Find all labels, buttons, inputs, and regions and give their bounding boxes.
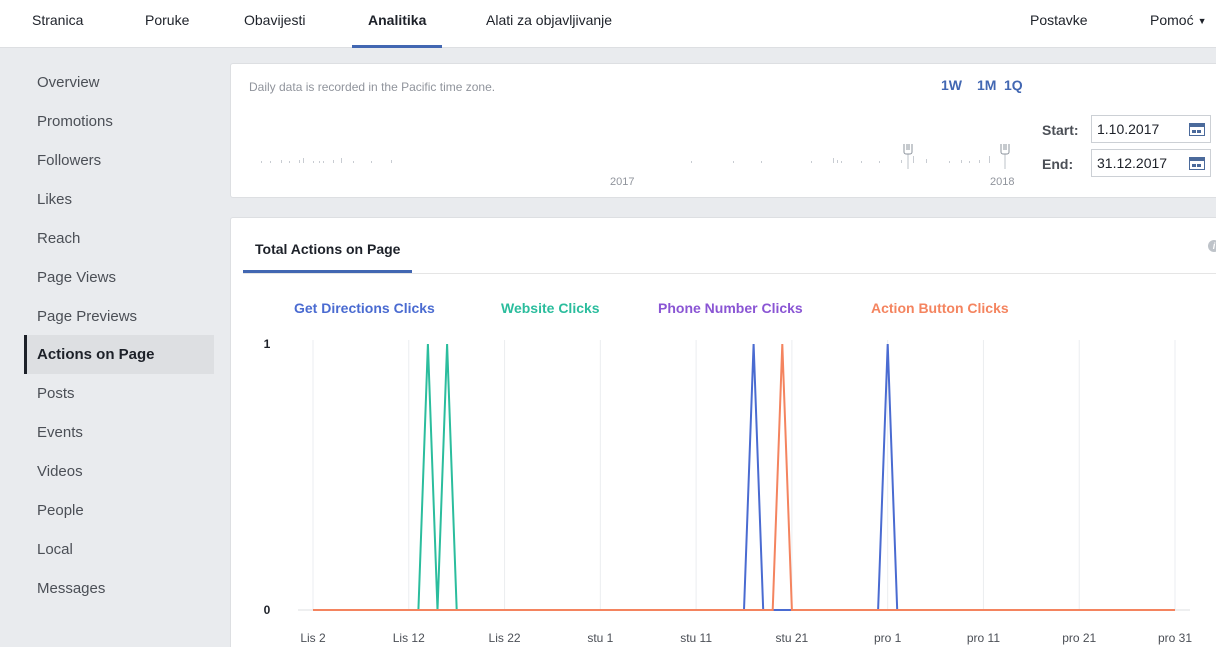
tab-analitika[interactable]: Analitika [351, 0, 443, 48]
y-tick-label: 0 [264, 603, 271, 617]
help-label: Pomoć [1150, 12, 1194, 28]
actions-line-chart: Lis 2 Lis 12 Lis 22 stu 1 stu 11 stu 21 pro 1 p… [264, 337, 1193, 645]
sidebar-item-page-previews[interactable]: Page Previews [24, 297, 214, 336]
date-range-panel: Daily data is recorded in the Pacific ti… [230, 63, 1216, 198]
range-1m-button[interactable]: 1M [977, 77, 996, 93]
sidebar-item-promotions[interactable]: Promotions [24, 102, 214, 141]
x-tick-label: stu 11 [680, 631, 712, 645]
range-1q-button[interactable]: 1Q [1004, 77, 1023, 93]
x-tick-label: pro 1 [874, 631, 902, 645]
x-tick-label: stu 21 [776, 631, 809, 645]
x-tick-label: Lis 2 [300, 631, 326, 645]
x-tick-label: Lis 12 [393, 631, 425, 645]
sidebar-item-followers[interactable]: Followers [24, 141, 214, 180]
y-tick-label: 1 [264, 337, 271, 351]
range-1w-button[interactable]: 1W [941, 77, 962, 93]
tab-poruke[interactable]: Poruke [145, 0, 189, 48]
x-tick-label: pro 31 [1158, 631, 1192, 645]
tab-obavijesti[interactable]: Obavijesti [244, 0, 305, 48]
top-navigation: Stranica Poruke Obavijesti Analitika Ala… [0, 0, 1216, 48]
year-label-2018: 2018 [990, 176, 1015, 188]
tab-stranica[interactable]: Stranica [32, 0, 83, 48]
x-tick-label: stu 1 [587, 631, 613, 645]
end-date-field[interactable]: 31.12.2017 [1091, 149, 1211, 177]
range-start-handle[interactable] [903, 144, 913, 169]
sidebar-item-page-views[interactable]: Page Views [24, 258, 214, 297]
series-line-website-clicks [313, 343, 1175, 611]
start-date-value: 1.10.2017 [1097, 121, 1160, 137]
end-date-label: End: [1042, 156, 1074, 172]
sidebar-item-actions-on-page[interactable]: Actions on Page [24, 335, 214, 374]
start-date-label: Start: [1042, 122, 1079, 138]
x-tick-label: pro 21 [1062, 631, 1096, 645]
timeline-sparkline[interactable] [261, 144, 1031, 189]
chart-panel: Total Actions on Page i Get Directions C… [230, 217, 1216, 647]
sidebar-item-posts[interactable]: Posts [24, 374, 214, 413]
sidebar-item-overview[interactable]: Overview [24, 63, 214, 102]
x-tick-label: pro 11 [967, 631, 1000, 645]
calendar-icon[interactable] [1189, 123, 1205, 136]
sidebar-item-reach[interactable]: Reach [24, 219, 214, 258]
sidebar-item-likes[interactable]: Likes [24, 180, 214, 219]
end-date-value: 31.12.2017 [1097, 155, 1168, 171]
year-label-2017: 2017 [610, 176, 635, 188]
caret-down-icon: ▼ [1197, 16, 1207, 27]
sidebar-item-people[interactable]: People [24, 491, 214, 530]
timezone-note: Daily data is recorded in the Pacific ti… [249, 80, 496, 94]
sidebar-item-videos[interactable]: Videos [24, 452, 214, 491]
sidebar-item-events[interactable]: Events [24, 413, 214, 452]
x-tick-label: Lis 22 [489, 631, 521, 645]
start-date-field[interactable]: 1.10.2017 [1091, 115, 1211, 143]
tab-alati-za-objavljivanje[interactable]: Alati za objavljivanje [486, 0, 612, 48]
sidebar-item-local[interactable]: Local [24, 530, 214, 569]
tab-postavke[interactable]: Postavke [1030, 0, 1088, 48]
sidebar-item-messages[interactable]: Messages [24, 569, 214, 608]
help-menu[interactable]: Pomoć ▼ [1150, 0, 1207, 48]
calendar-icon[interactable] [1189, 157, 1205, 170]
range-end-handle[interactable] [1000, 144, 1010, 169]
